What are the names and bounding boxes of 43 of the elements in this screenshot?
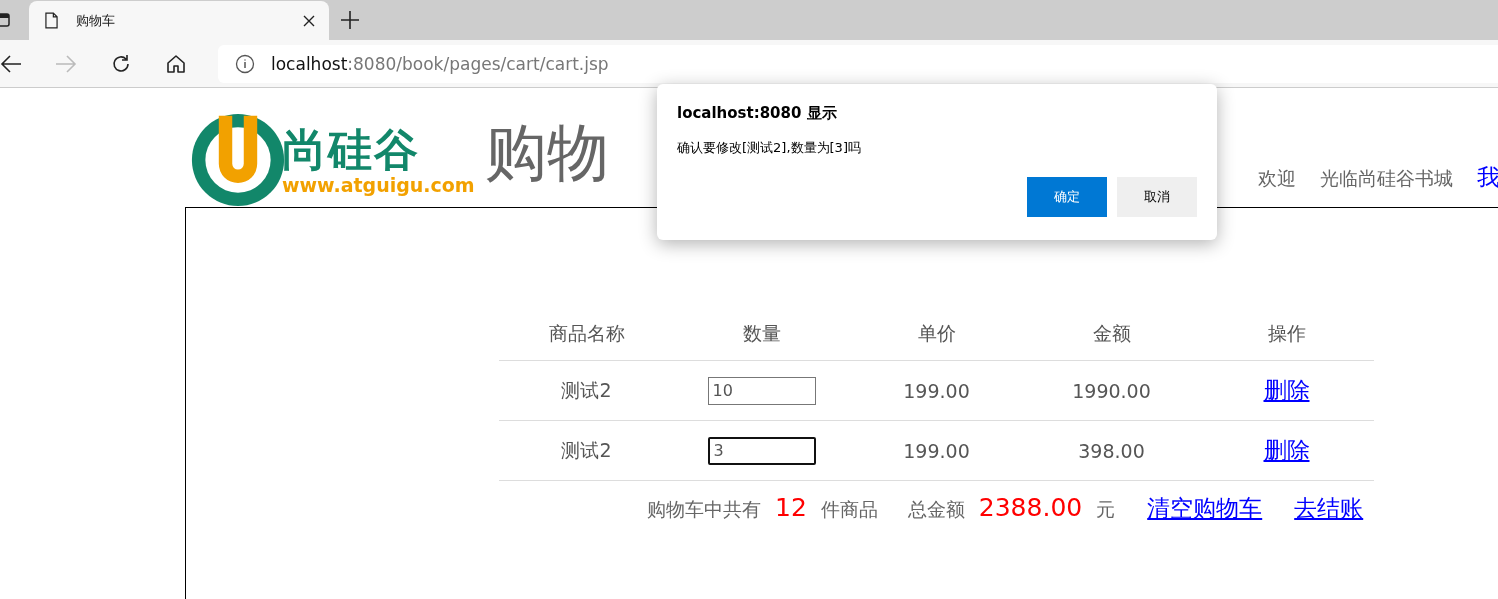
dialog-message: 确认要修改[测试2],数量为[3]吗 [677,139,862,157]
count-label: 购物车中共有 [647,497,761,522]
column-header: 商品名称 [499,308,674,361]
home-icon[interactable] [165,52,187,75]
item-count: 12 [775,493,807,522]
info-icon[interactable] [235,53,255,74]
document-icon [45,12,58,29]
table-cell: 398.00 [1024,420,1199,481]
url-text: localhost:8080/book/pages/cart/cart.jsp [271,53,609,74]
cancel-button[interactable]: 取消 [1117,177,1197,217]
logo-url: www.atguigu.com [282,175,475,195]
close-icon[interactable] [303,14,315,27]
total-amount: 2388.00 [978,493,1083,522]
checkout-link[interactable]: 去结账 [1294,493,1364,524]
table-cell: 测试2 [499,420,674,481]
currency-unit: 元 [1096,497,1116,522]
new-tab-icon[interactable] [341,11,359,29]
total-label: 总金额 [907,497,965,522]
count-unit: 件商品 [820,497,878,522]
delete-link[interactable]: 删除 [1263,437,1310,463]
quantity-field[interactable]: 3 [707,436,816,465]
column-header: 单价 [849,308,1024,361]
logo-name: 尚硅谷 [282,125,421,175]
table-cell: 1990.00 [1024,360,1199,421]
reload-icon[interactable] [110,52,132,75]
column-header: 操作 [1199,308,1374,361]
tab-title: 购物车 [76,11,116,30]
table-cell: 199.00 [849,420,1024,481]
column-header: 金额 [1024,308,1199,361]
column-header: 数量 [674,308,849,361]
confirm-button[interactable]: 确定 [1027,177,1107,217]
address-bar[interactable]: localhost:8080/book/pages/cart/cart.jsp [218,44,1498,83]
dialog-title: localhost:8080 显示 [677,104,838,123]
quantity-field[interactable]: 10 [707,376,816,405]
browser-tab[interactable]: 购物车 [29,1,329,40]
table-cell: 测试2 [499,360,674,421]
back-icon[interactable] [0,52,22,75]
table-cell: 199.00 [849,360,1024,421]
welcome-text: 欢迎 [1258,166,1296,191]
page-title: 购物 [484,115,609,191]
clear-cart-link[interactable]: 清空购物车 [1147,493,1263,524]
delete-link[interactable]: 删除 [1263,377,1310,403]
welcome-text: 光临尚硅谷书城 [1320,166,1453,191]
